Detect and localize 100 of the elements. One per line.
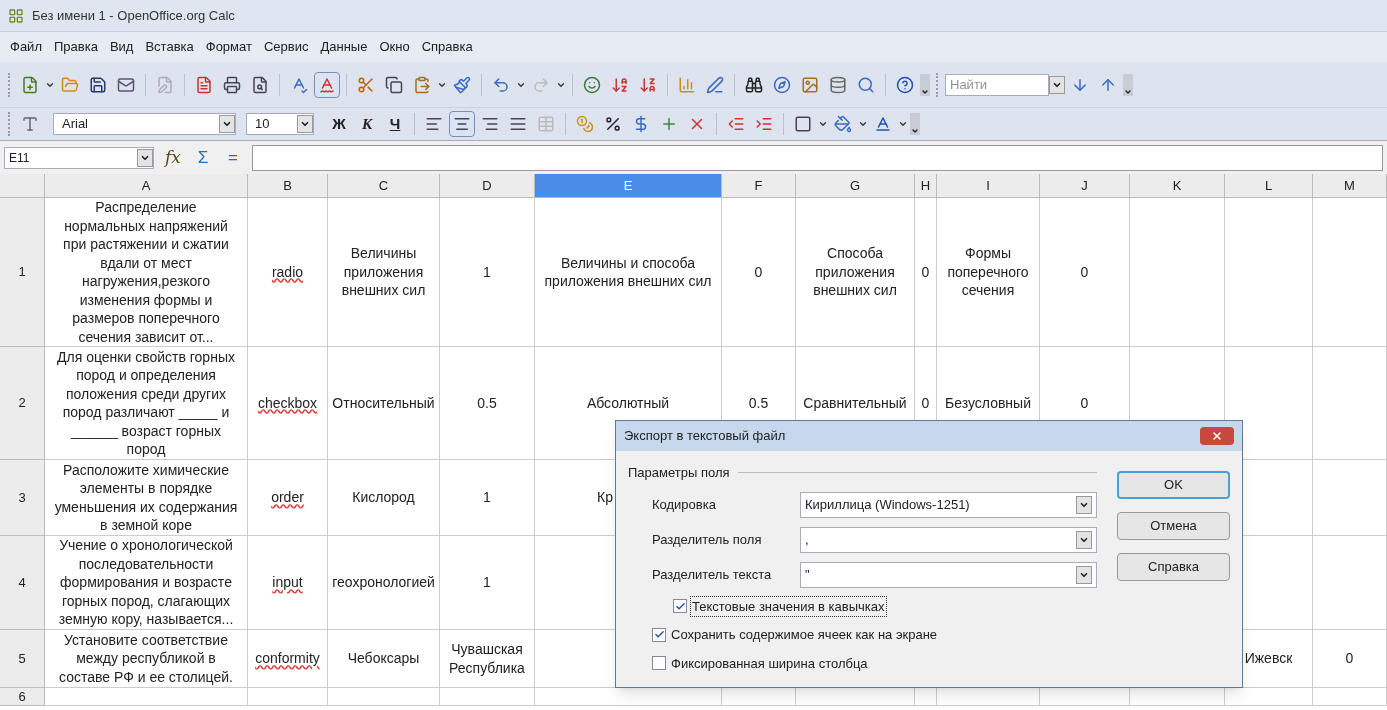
text-style-button[interactable]: К xyxy=(354,112,380,136)
menu-item[interactable]: Данные xyxy=(314,37,374,57)
table-cell: 0.5 xyxy=(440,347,535,460)
check-icon xyxy=(674,600,686,612)
checkbox-label[interactable]: Фиксированная ширина столбца xyxy=(670,653,869,673)
caret-icon xyxy=(222,119,232,129)
table-cell: Чебоксары xyxy=(328,630,440,688)
toolbar-overflow-button[interactable] xyxy=(920,73,930,96)
table-cell: Для оценки свойств горных пород и определения положения среди других пород различают _____ и ______ возраст горных пород xyxy=(45,347,248,460)
table-cell: order xyxy=(248,460,328,536)
text-style-button[interactable]: Ч xyxy=(382,112,408,136)
checkbox-row[interactable]: Фиксированная ширина столбца xyxy=(652,653,1097,673)
menu-item[interactable]: Окно xyxy=(373,37,416,57)
dropdown-button[interactable] xyxy=(137,148,153,167)
auto-spellcheck-icon[interactable] xyxy=(314,71,340,98)
checkbox-label[interactable]: Текстовые значения в кавычках xyxy=(691,596,886,616)
find-field[interactable]: Найти xyxy=(945,73,1049,96)
row-header[interactable]: 2 xyxy=(0,347,45,460)
table-cell: Величины приложения внешних сил xyxy=(328,198,440,347)
table-cell: Способа приложения внешних сил xyxy=(796,198,915,347)
checkbox-label[interactable]: Сохранить содержимое ячеек как на экране xyxy=(670,625,939,645)
menu-item[interactable]: Сервис xyxy=(257,37,315,57)
table-cell: 0 xyxy=(1040,198,1130,347)
row-header[interactable]: 6 xyxy=(0,688,45,706)
formula-bar-button[interactable]: Σ xyxy=(192,144,214,171)
row-header[interactable]: 5 xyxy=(0,630,45,688)
menu-item[interactable]: Формат xyxy=(199,37,258,57)
checkbox-row[interactable]: Текстовые значения в кавычках xyxy=(673,596,1097,616)
table-cell: Распределение нормальных напряжений при растяжении и сжатии вдали от мест нагружения,резкого изменения формы и размеров поперечного сечения зависит от... xyxy=(45,198,248,347)
name-box[interactable]: E11 xyxy=(4,146,154,169)
dropdown-button[interactable] xyxy=(1076,530,1092,549)
column-header[interactable]: M xyxy=(1313,174,1387,198)
spreadsheet-app-icon xyxy=(8,7,24,24)
table-cell: геохронологией xyxy=(328,536,440,630)
table-cell: 1 xyxy=(440,536,535,630)
dropdown-button[interactable] xyxy=(219,115,235,133)
menu-item[interactable]: Файл xyxy=(4,37,48,57)
dropdown-field[interactable]: , xyxy=(800,526,1097,553)
checkbox[interactable] xyxy=(652,656,666,671)
row-header[interactable]: 3 xyxy=(0,460,45,536)
column-header[interactable]: I xyxy=(937,174,1040,198)
dialog-button[interactable]: Отмена xyxy=(1117,512,1230,540)
table-cell: Кислород xyxy=(328,460,440,536)
font-size-field[interactable]: 10 xyxy=(246,113,314,135)
formula-bar-button[interactable]: fx xyxy=(162,144,184,171)
dialog-button[interactable]: Справка xyxy=(1117,553,1230,581)
caret-icon[interactable] xyxy=(818,119,828,129)
table-cell: Относительный xyxy=(328,347,440,460)
column-header[interactable]: J xyxy=(1040,174,1130,198)
table-cell: checkbox xyxy=(248,347,328,460)
menu-item[interactable]: Вставка xyxy=(139,37,200,57)
menu-item[interactable]: Правка xyxy=(47,37,104,57)
menu-item[interactable]: Справка xyxy=(415,37,479,57)
font-name-field[interactable]: Arial xyxy=(53,113,236,135)
formula-input-field[interactable] xyxy=(252,144,1383,171)
align-center-icon[interactable] xyxy=(449,111,475,137)
toolbar-overflow-button[interactable] xyxy=(1123,73,1133,96)
table-cell: 0 xyxy=(915,198,937,347)
window-title: Без имени 1 - OpenOffice.org Calc xyxy=(32,6,235,25)
column-header[interactable]: L xyxy=(1225,174,1313,198)
field-label: Разделитель текста xyxy=(652,565,773,584)
column-header[interactable]: K xyxy=(1130,174,1225,198)
table-cell: conformity xyxy=(248,630,328,688)
table-cell: 0 xyxy=(722,198,796,347)
close-icon xyxy=(1211,430,1223,442)
dropdown-button[interactable] xyxy=(1076,495,1092,514)
menu-item[interactable]: Вид xyxy=(103,37,140,57)
table-cell: 1 xyxy=(440,198,535,347)
table-cell: radio xyxy=(248,198,328,347)
row-header[interactable]: 1 xyxy=(0,198,45,347)
field-label: Кодировка xyxy=(652,495,717,514)
text-style-button[interactable]: Ж xyxy=(326,112,352,136)
checkbox[interactable] xyxy=(673,599,687,614)
table-cell: Формы поперечного сечения xyxy=(937,198,1040,347)
dropdown-button[interactable] xyxy=(1049,75,1065,94)
column-header[interactable]: B xyxy=(248,174,328,198)
close-button[interactable] xyxy=(1200,427,1234,445)
dropdown-button[interactable] xyxy=(297,115,313,133)
table-cell: Учение о хронологической последовательности формирования и возрасте горных пород, слагающих земную кору, называется... xyxy=(45,536,248,630)
dialog-button[interactable]: OK xyxy=(1117,471,1230,499)
caret-icon[interactable] xyxy=(858,119,868,129)
column-header[interactable]: G xyxy=(796,174,915,198)
table-cell: 0 xyxy=(1313,630,1387,688)
checkbox-row[interactable]: Сохранить содержимое ячеек как на экране xyxy=(652,625,1097,645)
column-header[interactable]: H xyxy=(915,174,937,198)
column-header[interactable]: C xyxy=(328,174,440,198)
table-cell: Величины и способа приложения внешних сил xyxy=(535,198,722,347)
dropdown-button[interactable] xyxy=(1076,565,1092,584)
formula-bar-button[interactable]: = xyxy=(222,144,244,171)
checkbox[interactable] xyxy=(652,627,666,642)
column-header[interactable]: A xyxy=(45,174,248,198)
column-header[interactable]: D xyxy=(440,174,535,198)
row-header[interactable]: 4 xyxy=(0,536,45,630)
column-header[interactable]: F xyxy=(722,174,796,198)
table-cell: Установите соответствие между республикой в составе РФ и ее столицей. xyxy=(45,630,248,688)
dropdown-field[interactable]: Кириллица (Windows-1251) xyxy=(800,491,1097,518)
dropdown-field[interactable]: " xyxy=(800,561,1097,588)
caret-icon xyxy=(300,119,310,129)
table-cell: 1 xyxy=(440,460,535,536)
table-cell: Чувашская Республика xyxy=(440,630,535,688)
